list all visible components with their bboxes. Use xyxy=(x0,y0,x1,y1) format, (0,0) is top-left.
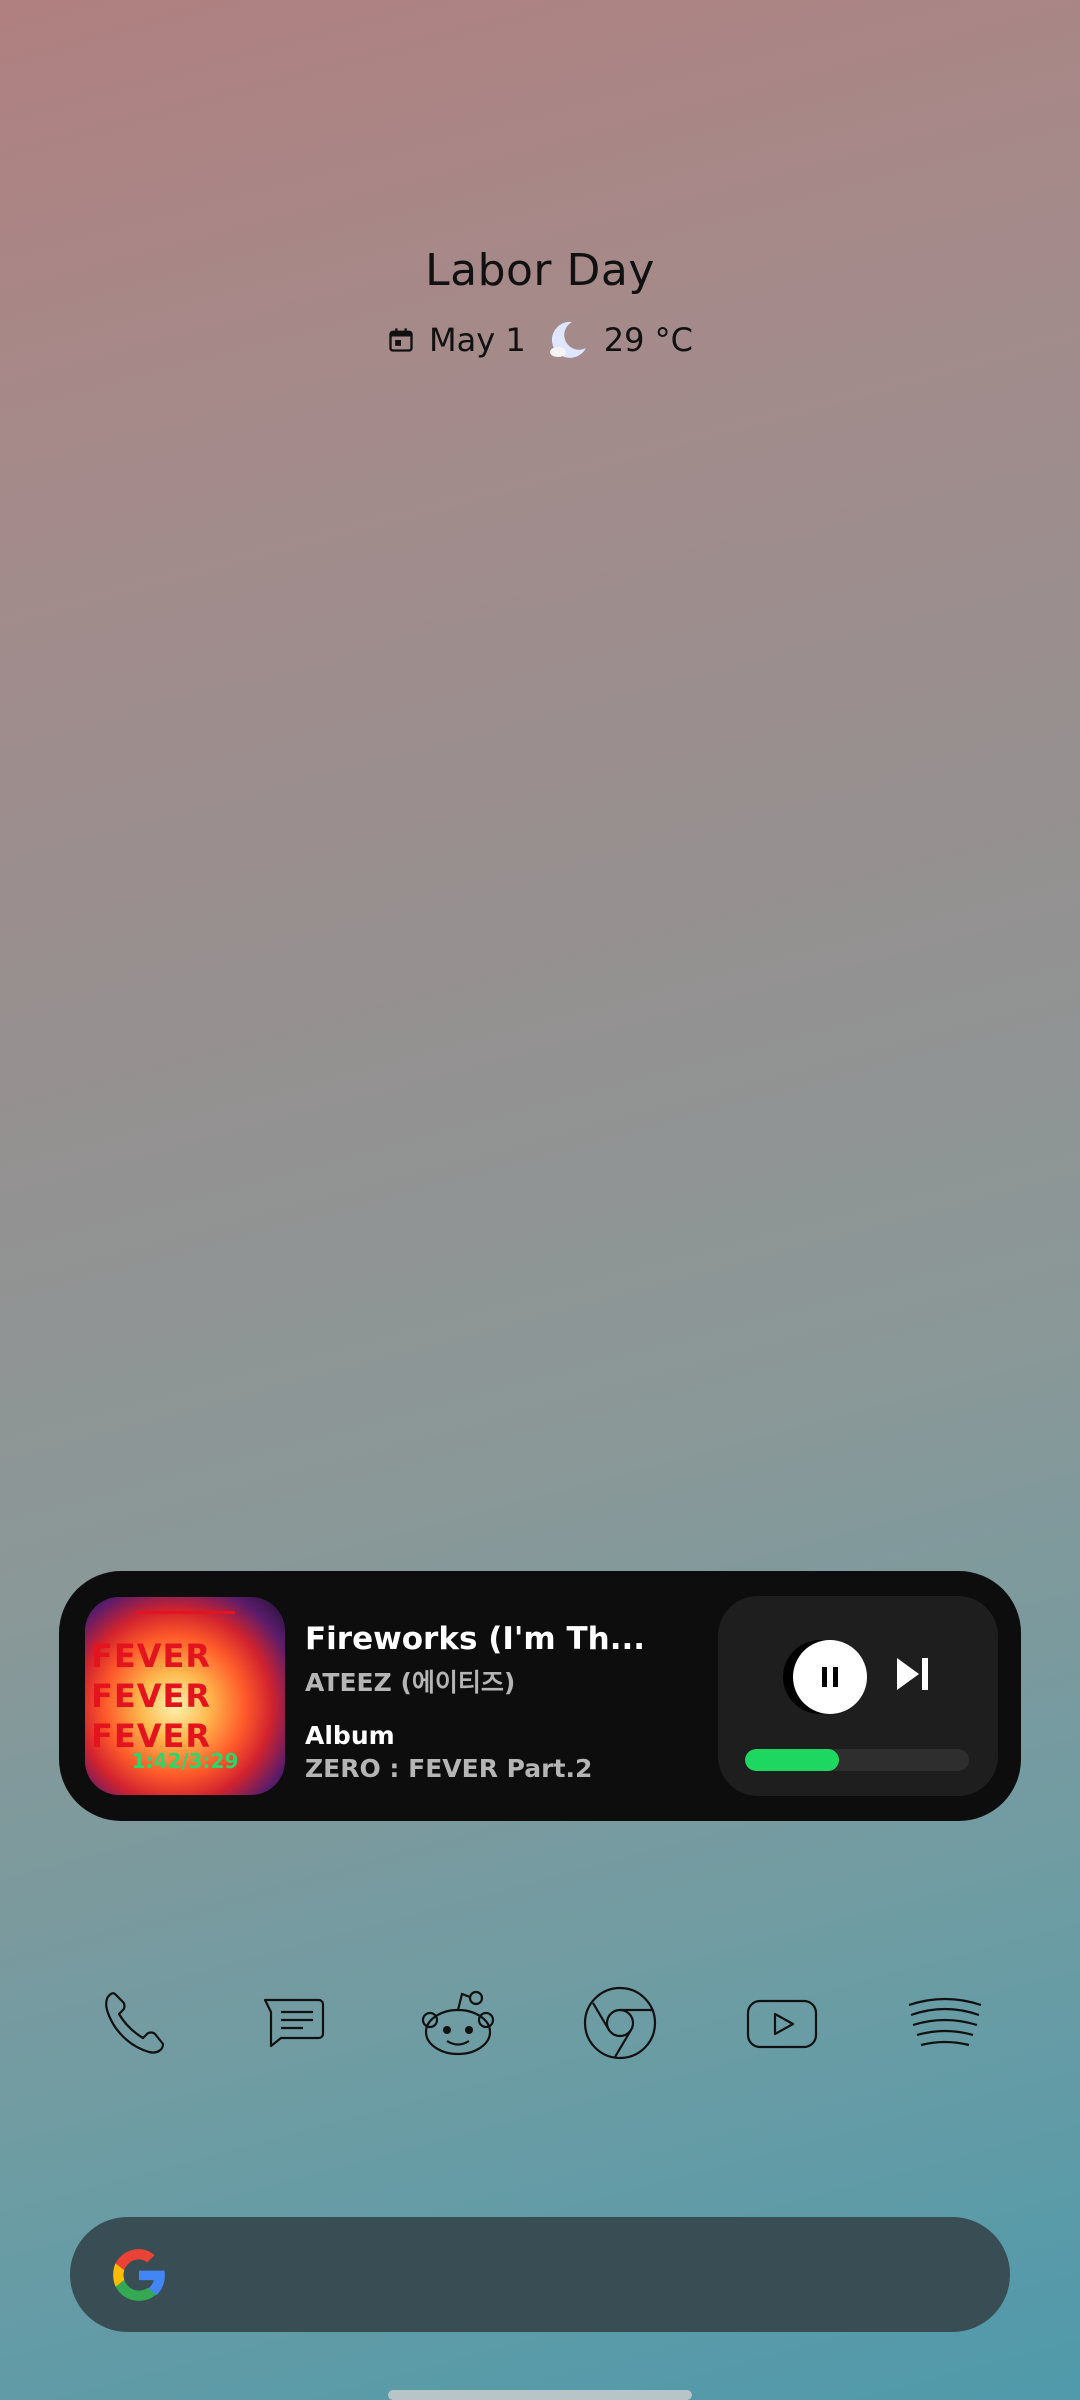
navigation-handle[interactable] xyxy=(388,2390,692,2400)
album-art[interactable]: FEVER FEVER FEVER 1:42/3:29 xyxy=(85,1597,285,1795)
app-dock xyxy=(0,1983,1080,2063)
reddit-icon[interactable] xyxy=(418,1983,498,2063)
album-art-text: FEVER xyxy=(91,1637,211,1675)
calendar-icon xyxy=(387,326,415,354)
chrome-icon[interactable] xyxy=(580,1983,660,2063)
album-label: Album xyxy=(305,1721,395,1750)
date-label[interactable]: May 1 xyxy=(429,321,526,359)
song-title: Fireworks (I'm Th... xyxy=(305,1621,646,1657)
google-search-bar[interactable] xyxy=(70,2217,1010,2332)
album-art-header xyxy=(85,1611,285,1614)
at-a-glance-widget[interactable]: Labor Day May 1 29 °C xyxy=(0,245,1080,362)
pause-button[interactable] xyxy=(793,1640,867,1714)
event-title[interactable]: Labor Day xyxy=(0,245,1080,296)
artist-name: ATEEZ (에이티즈) xyxy=(305,1668,516,1697)
progress-bar[interactable] xyxy=(745,1749,969,1771)
album-art-timer: 1:42/3:29 xyxy=(131,1749,239,1773)
pause-icon xyxy=(822,1667,838,1687)
phone-icon[interactable] xyxy=(94,1983,174,2063)
spotify-icon[interactable] xyxy=(905,1983,985,2063)
album-art-text: FEVER xyxy=(91,1677,211,1715)
google-logo-icon[interactable] xyxy=(108,2244,170,2310)
album-name: ZERO : FEVER Part.2 xyxy=(305,1754,593,1783)
skip-next-button[interactable] xyxy=(891,1652,935,1700)
messages-icon[interactable] xyxy=(254,1983,334,2063)
playback-controls xyxy=(718,1596,998,1796)
skip-next-icon xyxy=(897,1658,928,1690)
temperature-label[interactable]: 29 °C xyxy=(604,321,693,359)
progress-fill xyxy=(745,1749,840,1771)
moon-icon xyxy=(546,318,590,362)
youtube-icon[interactable] xyxy=(742,1983,822,2063)
music-player-widget[interactable]: FEVER FEVER FEVER 1:42/3:29 Fireworks (I… xyxy=(59,1571,1021,1821)
